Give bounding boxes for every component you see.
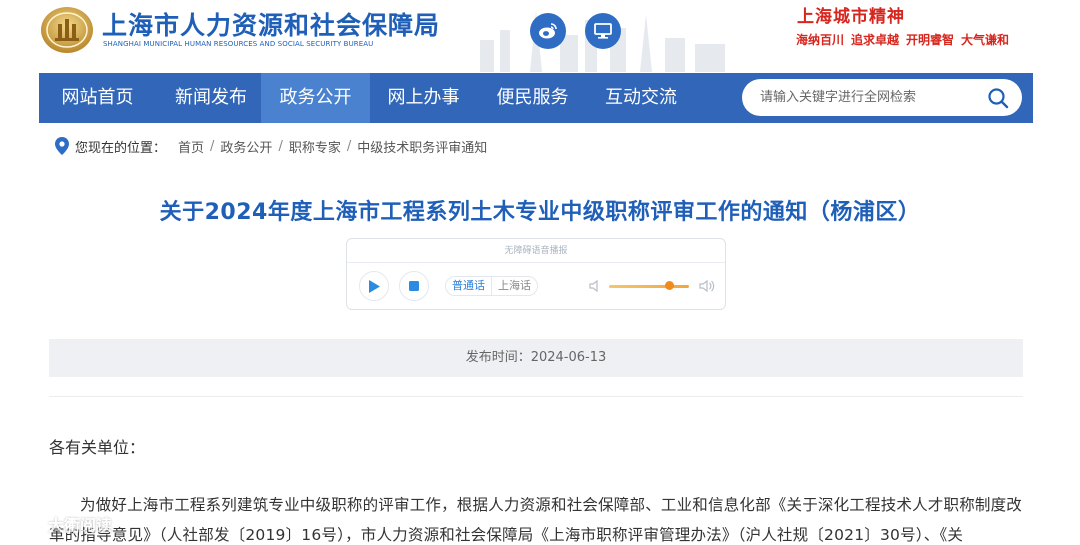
lang-shanghainese-option[interactable]: 上海话 bbox=[491, 277, 537, 295]
play-icon bbox=[369, 279, 380, 293]
main-nav: 网站首页 新闻发布 政务公开 网上办事 便民服务 互动交流 bbox=[39, 73, 1033, 123]
language-selector: 普通话 上海话 bbox=[445, 276, 538, 296]
desktop-icon bbox=[594, 23, 612, 39]
breadcrumb-link-government-affairs[interactable]: 政务公开 bbox=[220, 137, 272, 156]
breadcrumb-separator: / bbox=[346, 138, 352, 154]
breadcrumb-link-title-experts[interactable]: 职称专家 bbox=[289, 137, 341, 156]
breadcrumb-link-current[interactable]: 中级技术职务评审通知 bbox=[357, 137, 487, 156]
volume-slider-handle[interactable] bbox=[664, 281, 674, 290]
breadcrumb-separator: / bbox=[278, 138, 283, 154]
content-divider bbox=[49, 396, 1023, 397]
spirit-phrase: 追求卓越 bbox=[851, 33, 900, 47]
site-header: 上海市人力资源和社会保障局 SHANGHAI MUNICIPAL HUMAN R… bbox=[0, 0, 1080, 72]
weibo-button[interactable] bbox=[530, 13, 566, 49]
volume-low-icon[interactable] bbox=[588, 279, 602, 293]
watermark-logo-icon bbox=[9, 516, 46, 532]
location-pin-icon bbox=[55, 137, 69, 155]
player-header: 无障碍语音播报 bbox=[347, 239, 725, 263]
spirit-phrase: 海纳百川 bbox=[796, 33, 845, 47]
volume-high-icon[interactable] bbox=[698, 278, 716, 294]
spirit-phrase: 开明睿智 bbox=[906, 33, 955, 47]
spirit-phrase: 大气谦和 bbox=[961, 33, 1010, 47]
volume-slider-track[interactable] bbox=[609, 285, 689, 288]
breadcrumb-location-label: 您现在的位置： bbox=[75, 140, 167, 156]
watermark: 大衢阅读 bbox=[8, 513, 112, 535]
lang-mandarin-option[interactable]: 普通话 bbox=[446, 277, 491, 295]
city-spirit-phrases: 海纳百川 追求卓越 开明睿智 大气谦和 bbox=[796, 31, 1016, 48]
nav-item-home[interactable]: 网站首页 bbox=[39, 73, 156, 123]
search-icon[interactable] bbox=[987, 87, 1009, 109]
site-title[interactable]: 上海市人力资源和社会保障局 bbox=[102, 6, 440, 42]
stop-button[interactable] bbox=[399, 271, 429, 301]
article-title: 关于2024年度上海市工程系列土木专业中级职称评审工作的通知（杨浦区） bbox=[159, 200, 921, 225]
breadcrumb: 您现在的位置： 首页 / 政务公开 / 职称专家 / 中级技术职务评审通知 bbox=[55, 136, 487, 156]
desktop-button[interactable] bbox=[585, 13, 621, 49]
city-spirit-title: 上海城市精神 bbox=[797, 7, 905, 27]
nav-item-online-services[interactable]: 网上办事 bbox=[370, 73, 477, 123]
article-paragraph: 为做好上海市工程系列建筑专业中级职称的评审工作，根据人力资源和社会保障部、工业和… bbox=[49, 496, 1023, 544]
breadcrumb-link-home[interactable]: 首页 bbox=[178, 137, 204, 156]
watermark-text: 大衢阅读 bbox=[48, 516, 113, 535]
article-salutation: 各有关单位： bbox=[49, 438, 146, 457]
nav-item-government-affairs[interactable]: 政务公开 bbox=[261, 73, 370, 123]
nav-item-public-services[interactable]: 便民服务 bbox=[477, 73, 588, 123]
publish-date: 发布时间：2024-06-13 bbox=[49, 339, 1023, 377]
nav-item-interaction[interactable]: 互动交流 bbox=[588, 73, 694, 123]
accessibility-audio-player: 无障碍语音播报 普通话 上海话 bbox=[346, 238, 726, 310]
bureau-emblem-icon[interactable] bbox=[40, 4, 94, 54]
search-input[interactable] bbox=[760, 88, 980, 107]
nav-item-news[interactable]: 新闻发布 bbox=[156, 73, 266, 123]
weibo-icon bbox=[539, 23, 557, 39]
stop-icon bbox=[409, 281, 419, 291]
play-button[interactable] bbox=[359, 271, 389, 301]
search-box bbox=[742, 79, 1022, 116]
site-subtitle: SHANGHAI MUNICIPAL HUMAN RESOURCES AND S… bbox=[103, 40, 374, 48]
breadcrumb-separator: / bbox=[210, 138, 215, 154]
